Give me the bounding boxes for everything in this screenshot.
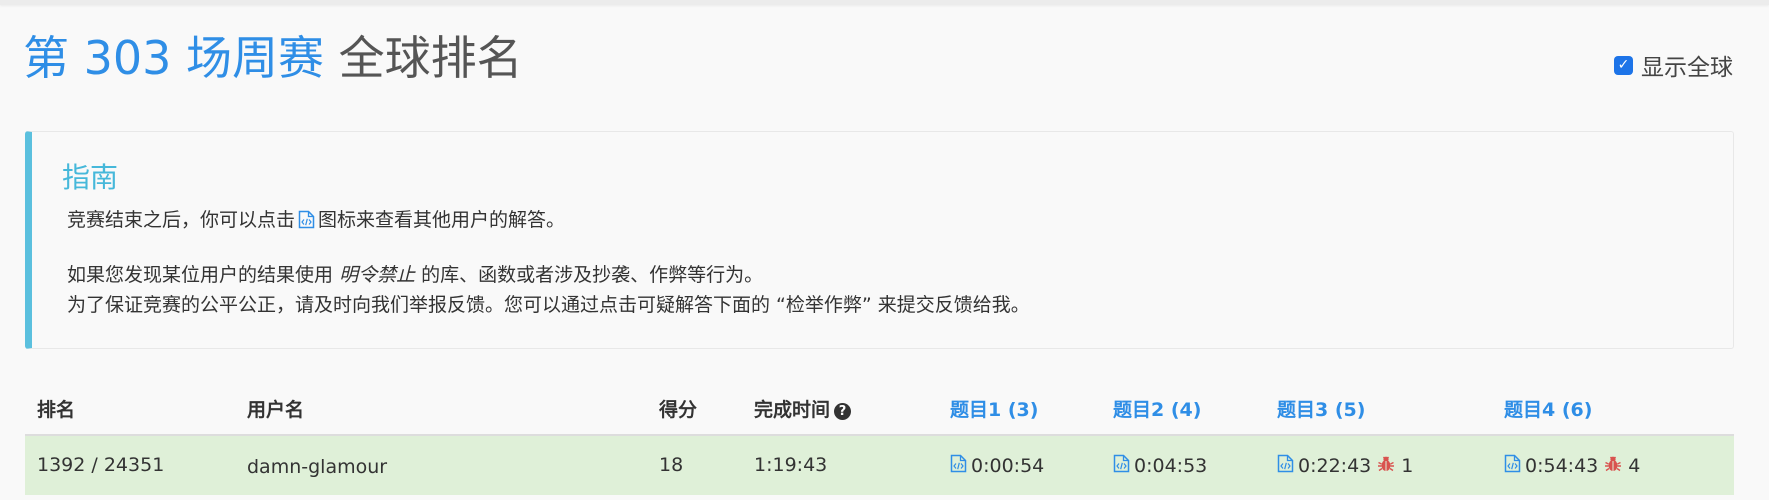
header-score: 得分 (659, 399, 698, 421)
code-file-icon (298, 208, 315, 238)
guide-line-2-after: 的库、函数或者涉及抄袭、作弊等行为。 (421, 264, 764, 286)
header-question-4[interactable]: 题目4 (6) (1504, 395, 1592, 422)
row-question-4-time: 0:54:43 (1525, 455, 1599, 477)
header-username: 用户名 (247, 399, 305, 421)
guide-line-1: 竞赛结束之后，你可以点击 图标来查看其他用户的解答。 (67, 205, 565, 238)
row-score: 18 (659, 454, 684, 476)
contest-link[interactable]: 第 303 场周赛 (23, 31, 324, 85)
check-icon: ✓ (1617, 56, 1630, 73)
guide-line-2-before: 如果您发现某位用户的结果使用 (67, 264, 334, 286)
row-question-3-time: 0:22:43 (1298, 455, 1372, 477)
header-finish-time-label: 完成时间 (754, 399, 831, 421)
page-title-suffix: 全球排名 (338, 31, 523, 85)
show-global-toggle[interactable]: ✓ 显示全球 (1614, 48, 1733, 82)
guide-line-2: 如果您发现某位用户的结果使用 明令禁止 的库、函数或者涉及抄袭、作弊等行为。 (67, 260, 763, 290)
row-rank: 1392 / 24351 (37, 454, 165, 476)
code-file-icon[interactable] (1277, 454, 1294, 478)
row-question-2-time: 0:04:53 (1134, 455, 1208, 477)
code-file-icon[interactable] (1504, 454, 1521, 478)
row-question-4-bugs: 4 (1628, 455, 1641, 477)
guide-title: 指南 (62, 161, 119, 194)
show-global-checkbox[interactable]: ✓ (1614, 55, 1633, 75)
code-file-icon[interactable] (1113, 454, 1130, 478)
row-question-2: 0:04:53 (1113, 454, 1207, 478)
page-title: 第 303 场周赛 全球排名 (23, 30, 523, 86)
question-circle-icon[interactable]: ? (834, 403, 852, 420)
header-question-2[interactable]: 题目2 (4) (1113, 395, 1201, 422)
bug-icon (1604, 455, 1622, 478)
guide-line-3: 为了保证竞赛的公平公正，请及时向我们举报反馈。您可以通过点击可疑解答下面的 “检… (67, 294, 1030, 316)
table-header: 排名 用户名 得分 完成时间? 题目1 (3) 题目2 (4) 题目3 (5) … (25, 382, 1734, 436)
code-file-icon[interactable] (950, 454, 967, 478)
show-global-label: 显示全球 (1641, 55, 1733, 81)
row-question-4: 0:54:43 4 (1504, 454, 1640, 478)
row-question-1: 0:00:54 (950, 454, 1044, 478)
row-question-3-bugs: 1 (1401, 455, 1414, 477)
row-question-3: 0:22:43 1 (1277, 454, 1413, 478)
header-question-1[interactable]: 题目1 (3) (950, 395, 1038, 422)
header-rank: 排名 (37, 399, 76, 421)
guide-line-1-after: 图标来查看其他用户的解答。 (318, 209, 566, 231)
ranking-table: 排名 用户名 得分 完成时间? 题目1 (3) 题目2 (4) 题目3 (5) … (25, 382, 1734, 495)
bug-icon (1377, 455, 1395, 478)
row-finish-time: 1:19:43 (754, 454, 828, 476)
row-username[interactable]: damn-glamour (247, 456, 387, 478)
header-question-3[interactable]: 题目3 (5) (1277, 395, 1365, 422)
row-question-1-time: 0:00:54 (971, 455, 1045, 477)
header-finish-time: 完成时间? (754, 395, 852, 422)
guide-line-1-before: 竞赛结束之后，你可以点击 (67, 209, 296, 231)
top-shadow-bar (0, 0, 1769, 5)
guide-panel: 指南 竞赛结束之后，你可以点击 图标来查看其他用户的解答。 如果您发现某位用户的结… (25, 131, 1734, 349)
guide-line-2-emphasis: 明令禁止 (339, 264, 416, 286)
table-row: 1392 / 24351 damn-glamour 18 1:19:43 0:0… (25, 436, 1734, 495)
